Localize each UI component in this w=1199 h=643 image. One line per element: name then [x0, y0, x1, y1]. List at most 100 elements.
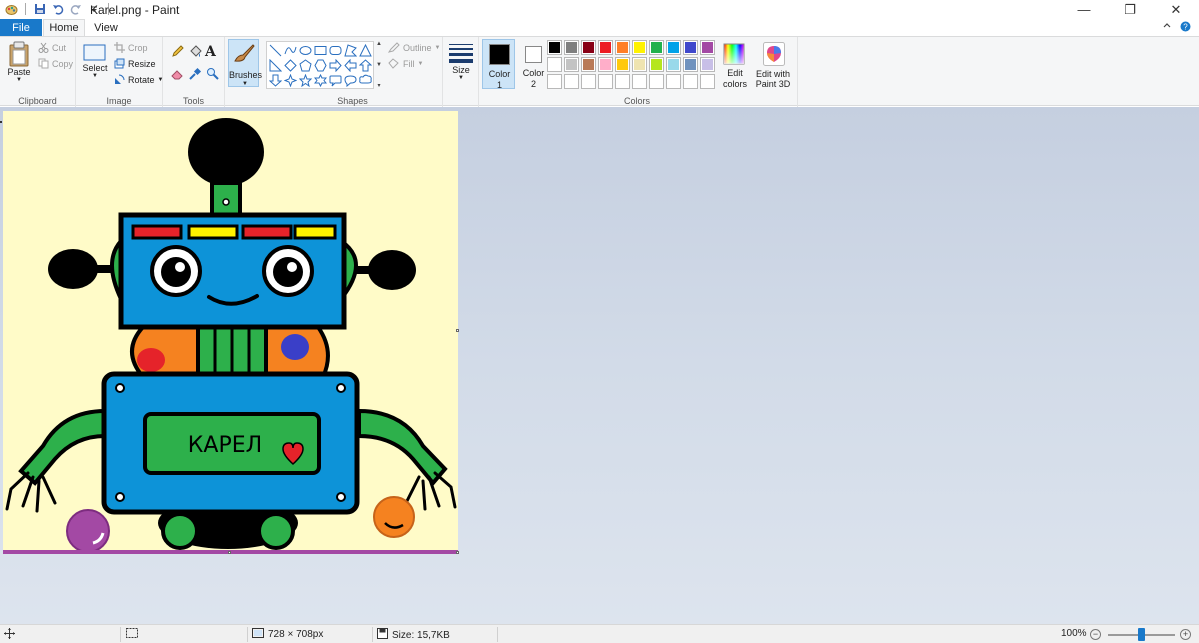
- palette-swatch[interactable]: [632, 57, 647, 72]
- rounded-callout-shape-icon[interactable]: [328, 73, 343, 88]
- gallery-expand-icon[interactable]: ▾: [377, 82, 380, 89]
- palette-swatch-color: [651, 42, 662, 53]
- palette-swatch[interactable]: [564, 57, 579, 72]
- close-button[interactable]: ✕: [1153, 0, 1199, 19]
- palette-swatch[interactable]: [649, 57, 664, 72]
- down-arrow-shape-icon[interactable]: [268, 73, 283, 88]
- crop-button[interactable]: Crop: [114, 42, 148, 53]
- zoom-in-button[interactable]: +: [1180, 629, 1191, 640]
- minimize-button[interactable]: —: [1061, 0, 1107, 19]
- paste-button[interactable]: Paste ▼: [5, 41, 33, 83]
- color-picker-icon[interactable]: [189, 67, 202, 80]
- pencil-icon[interactable]: [171, 45, 184, 58]
- redo-icon[interactable]: [69, 2, 83, 16]
- palette-swatch-empty[interactable]: [564, 74, 579, 89]
- palette-swatch[interactable]: [615, 57, 630, 72]
- edit-with-paint3d-button[interactable]: Edit with Paint 3D: [753, 39, 793, 89]
- palette-swatch[interactable]: [700, 57, 715, 72]
- rotate-button[interactable]: Rotate ▼: [114, 74, 163, 85]
- palette-swatch[interactable]: [649, 40, 664, 55]
- scroll-up-icon[interactable]: ▲: [376, 41, 382, 47]
- curve-shape-icon[interactable]: [283, 43, 298, 58]
- drawing-canvas[interactable]: КАРЕЛ: [3, 111, 458, 554]
- palette-swatch-empty[interactable]: [581, 74, 596, 89]
- pentagon-shape-icon[interactable]: [298, 58, 313, 73]
- rotate-label: Rotate: [128, 74, 155, 85]
- polygon-shape-icon[interactable]: [343, 43, 358, 58]
- palette-swatch-color: [583, 59, 594, 70]
- palette-swatch-empty[interactable]: [683, 74, 698, 89]
- diamond-shape-icon[interactable]: [283, 58, 298, 73]
- palette-swatch[interactable]: [598, 40, 613, 55]
- palette-swatch-empty[interactable]: [632, 74, 647, 89]
- up-arrow-shape-icon[interactable]: [358, 58, 373, 73]
- file-size-text: Size: 15,7KB: [392, 629, 450, 641]
- restore-button[interactable]: ❐: [1107, 0, 1153, 19]
- scroll-down-icon[interactable]: ▼: [376, 62, 382, 68]
- collapse-ribbon-icon[interactable]: [1162, 21, 1172, 35]
- text-tool-icon[interactable]: A: [205, 44, 216, 60]
- cut-button[interactable]: Cut: [38, 42, 66, 53]
- copy-button[interactable]: Copy: [38, 58, 73, 69]
- zoom-out-button[interactable]: −: [1090, 629, 1101, 640]
- palette-swatch[interactable]: [564, 40, 579, 55]
- brushes-button[interactable]: Brushes ▼: [228, 39, 262, 87]
- help-icon[interactable]: ?: [1180, 21, 1191, 35]
- undo-icon[interactable]: [51, 2, 65, 16]
- palette-swatch[interactable]: [666, 40, 681, 55]
- left-arrow-shape-icon[interactable]: [343, 58, 358, 73]
- rectangle-shape-icon[interactable]: [313, 43, 328, 58]
- color1-button[interactable]: Color 1: [482, 39, 515, 90]
- tab-file[interactable]: File: [0, 19, 42, 36]
- palette-swatch-empty[interactable]: [700, 74, 715, 89]
- palette-swatch[interactable]: [700, 40, 715, 55]
- palette-swatch[interactable]: [547, 57, 562, 72]
- palette-swatch-empty[interactable]: [547, 74, 562, 89]
- six-point-star-shape-icon[interactable]: [313, 73, 328, 88]
- size-button[interactable]: Size ▼: [447, 43, 475, 81]
- four-point-star-shape-icon[interactable]: [283, 73, 298, 88]
- canvas-resize-handle-corner[interactable]: [456, 551, 459, 554]
- right-arrow-shape-icon[interactable]: [328, 58, 343, 73]
- zoom-slider-thumb[interactable]: [1138, 628, 1145, 641]
- canvas-resize-handle-right[interactable]: [456, 329, 459, 332]
- palette-swatch[interactable]: [632, 40, 647, 55]
- save-icon[interactable]: [33, 2, 47, 16]
- palette-swatch-color: [668, 42, 679, 53]
- tab-view[interactable]: View: [86, 19, 126, 36]
- cloud-callout-shape-icon[interactable]: [358, 73, 373, 88]
- select-button[interactable]: Select ▼: [81, 43, 109, 79]
- palette-swatch[interactable]: [547, 40, 562, 55]
- palette-swatch-empty[interactable]: [666, 74, 681, 89]
- color2-button[interactable]: Color 2: [517, 39, 550, 89]
- palette-swatch[interactable]: [581, 40, 596, 55]
- palette-swatch-empty[interactable]: [615, 74, 630, 89]
- palette-swatch[interactable]: [683, 40, 698, 55]
- palette-swatch[interactable]: [581, 57, 596, 72]
- right-triangle-shape-icon[interactable]: [268, 58, 283, 73]
- five-point-star-shape-icon[interactable]: [298, 73, 313, 88]
- triangle-shape-icon[interactable]: [358, 43, 373, 58]
- palette-swatch[interactable]: [683, 57, 698, 72]
- palette-swatch-empty[interactable]: [649, 74, 664, 89]
- resize-button[interactable]: Resize: [114, 58, 156, 69]
- outline-button[interactable]: Outline ▼: [388, 42, 440, 53]
- eraser-icon[interactable]: [171, 67, 184, 80]
- hexagon-shape-icon[interactable]: [313, 58, 328, 73]
- oval-callout-shape-icon[interactable]: [343, 73, 358, 88]
- palette-swatch[interactable]: [598, 57, 613, 72]
- shapes-scroll[interactable]: ▲ ▼ ▾: [375, 41, 383, 89]
- canvas-resize-handle-bottom[interactable]: [228, 551, 231, 554]
- tab-home[interactable]: Home: [43, 19, 85, 36]
- fill-label: Fill: [403, 58, 415, 69]
- edit-colors-button[interactable]: Edit colors: [719, 39, 751, 89]
- magnifier-icon[interactable]: [206, 67, 219, 80]
- palette-swatch[interactable]: [615, 40, 630, 55]
- palette-swatch[interactable]: [666, 57, 681, 72]
- rounded-rectangle-shape-icon[interactable]: [328, 43, 343, 58]
- palette-swatch-empty[interactable]: [598, 74, 613, 89]
- line-shape-icon[interactable]: [268, 43, 283, 58]
- oval-shape-icon[interactable]: [298, 43, 313, 58]
- fill-bucket-icon[interactable]: [189, 45, 202, 58]
- fill-button[interactable]: Fill ▼: [388, 58, 423, 69]
